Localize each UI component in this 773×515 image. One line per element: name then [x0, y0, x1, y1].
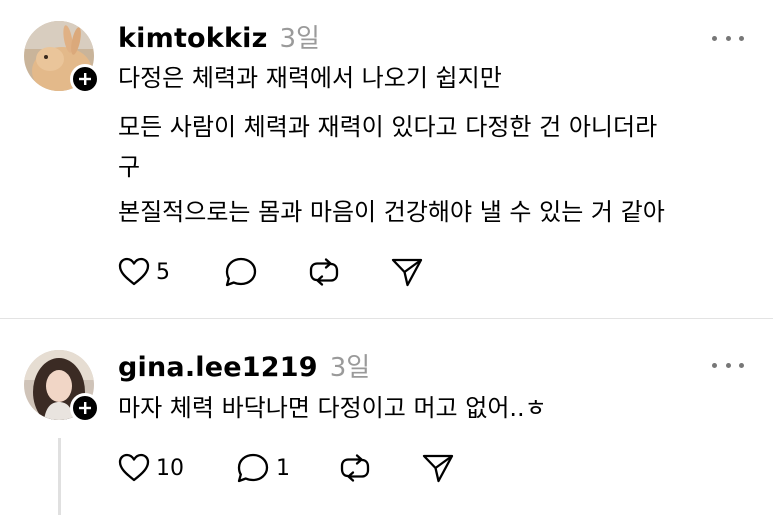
username[interactable]: kimtokkiz: [118, 23, 267, 54]
repost-icon: [309, 258, 339, 286]
post-header: gina.lee1219 3일: [118, 347, 370, 383]
action-bar: 5: [118, 255, 518, 289]
reply-button[interactable]: [224, 255, 264, 289]
more-options-button[interactable]: [712, 357, 744, 373]
plus-icon: [79, 73, 91, 85]
heart-icon: [118, 453, 150, 482]
timestamp: 3일: [329, 353, 371, 383]
comment-icon: [237, 453, 269, 483]
plus-icon: [79, 402, 91, 414]
post-text-line: 모든 사람이 체력과 재력이 있다고 다정한 건 아니더라: [118, 113, 658, 141]
thread-connector-line: [58, 438, 61, 515]
like-button[interactable]: 5: [118, 255, 170, 289]
more-icon: [712, 35, 717, 41]
post-text-line: 본질적으로는 몸과 마음이 건강해야 낼 수 있는 거 같아: [118, 198, 665, 226]
send-icon: [391, 258, 423, 287]
send-icon: [422, 454, 454, 483]
follow-button[interactable]: [70, 393, 100, 423]
repost-button[interactable]: [339, 451, 371, 485]
more-icon: [712, 362, 717, 368]
post-header: kimtokkiz 3일: [118, 18, 320, 54]
reply-count: 1: [276, 455, 290, 481]
comment-icon: [225, 257, 257, 287]
username[interactable]: gina.lee1219: [118, 352, 318, 383]
post-text-line: 마자 체력 바닥나면 다정이고 머고 없어..ㅎ: [118, 394, 547, 422]
heart-icon: [118, 257, 150, 286]
post-text-line: 구: [118, 153, 141, 181]
repost-icon: [340, 454, 370, 482]
reply-button[interactable]: 1: [236, 451, 290, 485]
post-text-line: 다정은 체력과 재력에서 나오기 쉽지만: [118, 64, 502, 92]
repost-button[interactable]: [308, 255, 340, 289]
like-count: 10: [156, 455, 184, 481]
like-count: 5: [156, 259, 170, 285]
share-button[interactable]: [421, 451, 455, 485]
post-divider: [0, 318, 773, 319]
more-options-button[interactable]: [712, 30, 744, 46]
like-button[interactable]: 10: [118, 451, 184, 485]
share-button[interactable]: [390, 255, 424, 289]
timestamp: 3일: [279, 24, 320, 54]
follow-button[interactable]: [70, 64, 100, 94]
action-bar: 10 1: [118, 451, 518, 485]
thread-post: kimtokkiz 3일 다정은 체력과 재력에서 나오기 쉽지만 모든 사람이…: [0, 0, 773, 318]
